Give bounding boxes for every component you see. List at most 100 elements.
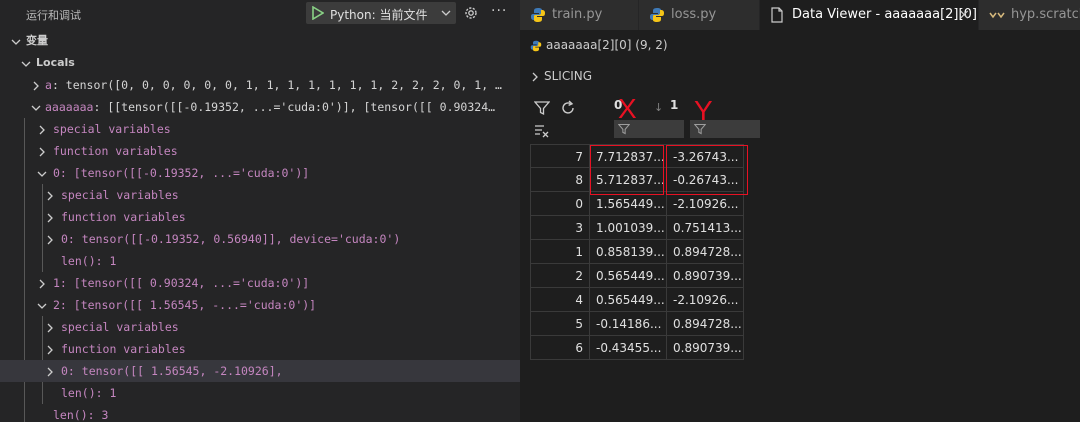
row-index-cell[interactable]: 2: [530, 264, 590, 288]
chevron-down-icon: [20, 52, 34, 74]
chevron-down-icon: [30, 96, 44, 118]
python-icon: [531, 8, 545, 22]
annotation-y: Y: [694, 95, 713, 126]
value-cell-col1[interactable]: 0.890739...: [667, 264, 744, 288]
row-index-cell[interactable]: 3: [530, 216, 590, 240]
sort-arrow-icon[interactable]: ↓: [654, 101, 663, 114]
tensor-row-0[interactable]: 0: tensor([[-0.19352, 0.56940]], device=…: [0, 228, 520, 250]
value-cell-col1[interactable]: 0.751413...: [667, 216, 744, 240]
python-icon: [530, 40, 542, 52]
len-row[interactable]: len(): 1: [0, 382, 520, 404]
chevron-down-icon: [10, 30, 24, 52]
tree-label: 0: [tensor([[-0.19352, ...='cuda:0')]: [53, 166, 310, 180]
row-index-cell[interactable]: 5: [530, 312, 590, 336]
list-item-1[interactable]: 1: [tensor([[ 0.90324, ...='cuda:0')]: [0, 272, 520, 294]
tab-loss-py[interactable]: loss.py: [639, 0, 760, 30]
function-variables-row[interactable]: function variables: [0, 338, 520, 360]
tree-label: special variables: [61, 188, 179, 202]
clear-filter-icon[interactable]: [534, 124, 550, 138]
chevron-right-icon: [36, 140, 50, 162]
run-debug-header: 运行和调试 Python: 当前文件 ···: [0, 0, 520, 28]
row-index-cell[interactable]: 1: [530, 240, 590, 264]
function-variables-row[interactable]: function variables: [0, 206, 520, 228]
chevron-down-icon: [36, 162, 50, 184]
highlight-box-y: [666, 145, 748, 195]
chevron-right-icon: [532, 72, 538, 82]
more-actions-icon[interactable]: ···: [491, 3, 507, 19]
tree-label: special variables: [53, 122, 171, 136]
tab-bar: train.py loss.py Data Viewer - aaaaaaa[2…: [520, 0, 1080, 30]
list-item-0[interactable]: 0: [tensor([[-0.19352, ...='cuda:0')]: [0, 162, 520, 184]
column-header-1[interactable]: 1: [670, 98, 678, 112]
launch-config-select[interactable]: Python: 当前文件: [306, 2, 456, 24]
value-cell-col0[interactable]: 0.858139...: [590, 240, 667, 264]
chevron-down-icon: [441, 10, 451, 16]
special-variables-row[interactable]: special variables: [0, 118, 520, 140]
len-row[interactable]: len(): 1: [0, 250, 520, 272]
chevron-right-icon: [44, 338, 58, 360]
value-cell-col1[interactable]: 0.890739...: [667, 336, 744, 360]
chevron-right-icon: [36, 118, 50, 140]
scope-label: Locals: [36, 56, 75, 69]
tree-label: len(): 1: [61, 254, 117, 268]
yaml-icon: [989, 12, 1005, 19]
start-debugging-icon[interactable]: [312, 6, 324, 20]
chevron-right-icon: [44, 228, 58, 250]
variable-value: : [[tensor([[-0.19352, ...='cuda:0')], […: [93, 100, 496, 114]
variable-name: a: [45, 78, 52, 92]
editor-area: train.py loss.py Data Viewer - aaaaaaa[2…: [520, 0, 1080, 422]
value-cell-col0[interactable]: -0.43455...: [590, 336, 667, 360]
value-cell-col0[interactable]: 0.565449...: [590, 264, 667, 288]
tab-data-viewer[interactable]: Data Viewer - aaaaaaa[2][0] ×: [760, 0, 979, 30]
tree-label: 0: tensor([[-0.19352, 0.56940]], device=…: [61, 232, 401, 246]
value-cell-col1[interactable]: 0.894728...: [667, 240, 744, 264]
tab-label: train.py: [552, 7, 603, 22]
tree-label: special variables: [61, 320, 179, 334]
tree-label: 1: [tensor([[ 0.90324, ...='cuda:0')]: [53, 276, 310, 290]
variable-row-a[interactable]: a: tensor([0, 0, 0, 0, 0, 0, 1, 1, 1, 1,…: [0, 74, 520, 96]
filter-icon[interactable]: [534, 100, 550, 116]
row-index-cell[interactable]: 6: [530, 336, 590, 360]
tree-label: function variables: [61, 342, 186, 356]
close-icon[interactable]: ×: [958, 0, 970, 30]
function-variables-row[interactable]: function variables: [0, 140, 520, 162]
value-cell-col1[interactable]: -2.10926...: [667, 192, 744, 216]
chevron-right-icon: [44, 206, 58, 228]
variable-value: : tensor([0, 0, 0, 0, 0, 0, 1, 1, 1, 1, …: [51, 78, 502, 92]
refresh-icon[interactable]: [560, 100, 576, 116]
value-cell-col0[interactable]: 0.565449...: [590, 288, 667, 312]
value-cell-col1[interactable]: 0.894728...: [667, 312, 744, 336]
value-cell-col0[interactable]: -0.14186...: [590, 312, 667, 336]
value-cell-col0[interactable]: 1.001039...: [590, 216, 667, 240]
launch-config-label: Python: 当前文件: [330, 8, 428, 22]
tab-train-py[interactable]: train.py: [520, 0, 639, 30]
tree-label: 2: [tensor([[ 1.56545, -...='cuda:0')]: [53, 298, 317, 312]
tree-label: function variables: [53, 144, 178, 158]
row-index-cell[interactable]: 4: [530, 288, 590, 312]
row-index-cell[interactable]: 7: [530, 144, 590, 168]
len-row[interactable]: len(): 3: [0, 404, 520, 422]
run-debug-title: 运行和调试: [26, 9, 81, 22]
tree-label: 0: tensor([[ 1.56545, -2.10926],: [61, 364, 283, 378]
tree-label: function variables: [61, 210, 186, 224]
variables-section-header[interactable]: 变量: [0, 30, 520, 52]
tree-label: len(): 3: [53, 408, 109, 422]
value-cell-col1[interactable]: -2.10926...: [667, 288, 744, 312]
list-item-2[interactable]: 2: [tensor([[ 1.56545, -...='cuda:0')]: [0, 294, 520, 316]
tab-hyp-scratch[interactable]: hyp.scratch.p: [979, 0, 1080, 30]
python-icon: [650, 8, 664, 22]
row-index-cell[interactable]: 8: [530, 168, 590, 192]
gear-icon[interactable]: [463, 5, 479, 21]
special-variables-row[interactable]: special variables: [0, 316, 520, 338]
chevron-right-icon: [36, 272, 50, 294]
chevron-right-icon: [44, 360, 58, 382]
value-cell-col0[interactable]: 1.565449...: [590, 192, 667, 216]
variable-row-aaaaaaa[interactable]: aaaaaaa: [[tensor([[-0.19352, ...='cuda:…: [0, 96, 520, 118]
tree-label: len(): 1: [61, 386, 117, 400]
scope-locals[interactable]: Locals: [0, 52, 520, 74]
variable-name: aaaaaaa: [45, 100, 94, 114]
row-index-cell[interactable]: 0: [530, 192, 590, 216]
tensor-row-selected[interactable]: 0: tensor([[ 1.56545, -2.10926],: [0, 360, 520, 382]
special-variables-row[interactable]: special variables: [0, 184, 520, 206]
highlight-box-x: [590, 145, 664, 195]
